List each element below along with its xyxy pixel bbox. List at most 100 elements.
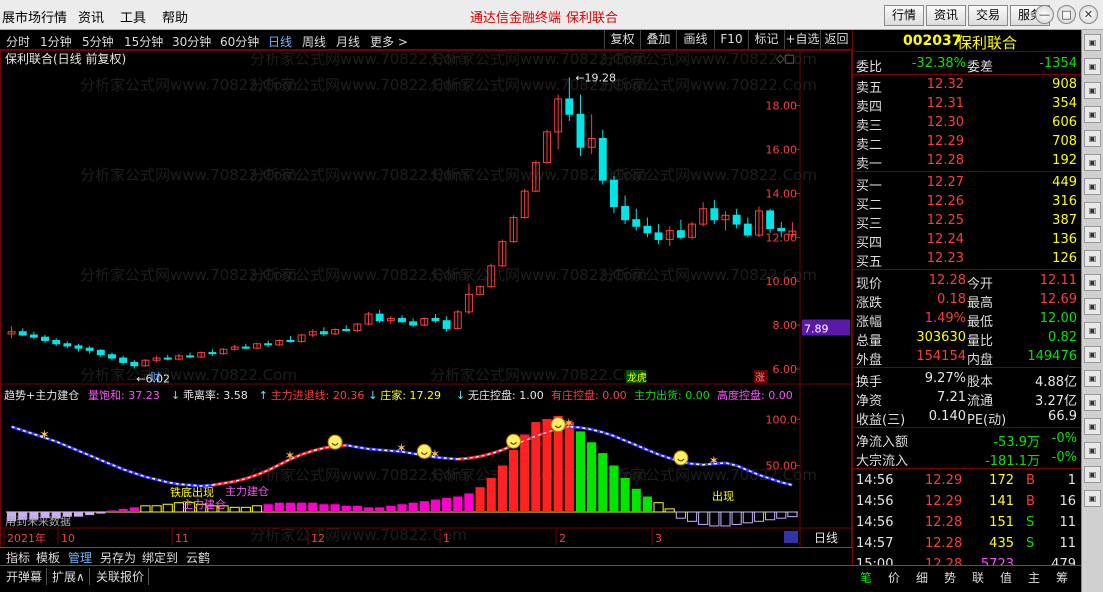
menu-item-0[interactable]: 展市场行情 bbox=[2, 7, 67, 26]
bottom-tab-1[interactable]: 模板 bbox=[36, 549, 60, 566]
sidebar-tool-icon[interactable]: ▣ bbox=[1084, 82, 1101, 99]
candle-body bbox=[96, 349, 105, 356]
bottom-tab-3[interactable]: 另存为 bbox=[100, 549, 136, 566]
sidebar-tool-icon[interactable]: ▣ bbox=[1084, 322, 1101, 339]
menu-item-3[interactable]: 帮助 bbox=[162, 7, 188, 26]
candle-body bbox=[442, 320, 451, 329]
quote-tab-6[interactable]: 主 bbox=[1028, 569, 1040, 586]
sidebar-tool-icon[interactable]: ▣ bbox=[1084, 34, 1101, 51]
chart-area[interactable]: 分析家公式网www.70822.Com 分析家公式网www.70822.Com 分析… bbox=[0, 50, 852, 565]
period-tab-6[interactable]: 日线 bbox=[268, 33, 292, 50]
indicator-bar bbox=[319, 504, 329, 512]
candle-body bbox=[41, 336, 50, 341]
toolbar-button-4[interactable]: 标记 bbox=[748, 30, 784, 49]
minimize-icon[interactable]: — bbox=[1035, 5, 1054, 24]
toolbar-button-6[interactable]: 返回 bbox=[820, 30, 852, 49]
sidebar-tool-icon[interactable]: ▣ bbox=[1084, 346, 1101, 363]
buys-row-2[interactable]: 买三 12.25 387 bbox=[853, 211, 1082, 232]
indicator-value-10: 主力出货: 0.00 bbox=[634, 388, 710, 402]
toolbar-button-3[interactable]: F10 bbox=[714, 30, 748, 49]
sidebar-tool-icon[interactable]: ▣ bbox=[1084, 394, 1101, 411]
sells-row-2[interactable]: 卖三 12.30 606 bbox=[853, 113, 1082, 134]
bottom-tab-2[interactable]: 管理 bbox=[68, 549, 92, 566]
sidebar-tool-icon[interactable]: ▣ bbox=[1084, 130, 1101, 147]
buys-row-3[interactable]: 买四 12.24 136 bbox=[853, 230, 1082, 251]
sidebar-tool-icon[interactable]: ▣ bbox=[1084, 106, 1101, 123]
quote-tab-7[interactable]: 筹 bbox=[1056, 569, 1068, 586]
sells-row-4[interactable]: 卖一 12.28 192 bbox=[853, 151, 1082, 172]
toolbar-button-1[interactable]: 叠加 bbox=[640, 30, 676, 49]
bottom-tab-4[interactable]: 绑定到 bbox=[142, 549, 178, 566]
buys-row-4[interactable]: 买五 12.23 126 bbox=[853, 249, 1082, 270]
period-tab-4[interactable]: 30分钟 bbox=[172, 33, 211, 50]
sidebar-tool-icon[interactable]: ▣ bbox=[1084, 154, 1101, 171]
period-tab-8[interactable]: 月线 bbox=[336, 33, 360, 50]
promo-stock[interactable]: 保利联合 bbox=[566, 7, 618, 26]
sidebar-tool-icon[interactable]: ▣ bbox=[1084, 274, 1101, 291]
sidebar-tool-icon[interactable]: ▣ bbox=[1084, 298, 1101, 315]
tick-volume: 141 bbox=[989, 494, 1014, 509]
period-tab-1[interactable]: 1分钟 bbox=[40, 33, 72, 50]
quote-tab-0[interactable]: 笔 bbox=[860, 569, 872, 586]
buys-row-1[interactable]: 买二 12.26 316 bbox=[853, 192, 1082, 213]
candle-body bbox=[621, 206, 630, 221]
menu-item-2[interactable]: 工具 bbox=[120, 7, 146, 26]
period-tab-5[interactable]: 60分钟 bbox=[220, 33, 259, 50]
close-icon[interactable]: ✕ bbox=[1079, 5, 1098, 24]
sidebar-tool-icon[interactable]: ▣ bbox=[1084, 418, 1101, 435]
buys-row-0[interactable]: 买一 12.27 449 bbox=[853, 173, 1082, 194]
sidebar-tool-icon[interactable]: ▣ bbox=[1084, 442, 1101, 459]
quote-tabs: 笔价细势联值主筹 bbox=[852, 565, 1081, 592]
top-button-0[interactable]: 行情 bbox=[884, 5, 924, 26]
toolbar-button-2[interactable]: 画线 bbox=[676, 30, 714, 49]
sidebar-tool-icon[interactable]: ▣ bbox=[1084, 202, 1101, 219]
quote-tab-2[interactable]: 细 bbox=[916, 569, 928, 586]
sidebar-tool-icon[interactable]: ▣ bbox=[1084, 370, 1101, 387]
sidebar-tool-icon[interactable]: ▣ bbox=[1084, 466, 1101, 483]
bottom-tab-0[interactable]: 指标 bbox=[6, 549, 30, 566]
period-tab-7[interactable]: 周线 bbox=[302, 33, 326, 50]
kline-chart-svg[interactable]: 分析家公式网www.70822.Com 分析家公式网www.70822.Com 分析… bbox=[0, 50, 852, 565]
period-tab-9[interactable]: 更多 > bbox=[370, 33, 408, 50]
indicator-bar bbox=[96, 512, 106, 514]
candle-body bbox=[29, 334, 38, 338]
marker-longhu[interactable]: 龙虎 bbox=[627, 371, 647, 384]
toolbar-button-0[interactable]: 复权 bbox=[604, 30, 640, 49]
sells-volume: 908 bbox=[1052, 77, 1077, 92]
marker-cai[interactable]: 财 bbox=[150, 370, 161, 384]
sells-row-0[interactable]: 卖五 12.32 908 bbox=[853, 75, 1082, 96]
sidebar-tool-icon[interactable]: ▣ bbox=[1084, 58, 1101, 75]
quote-tab-1[interactable]: 价 bbox=[888, 569, 900, 586]
top-button-2[interactable]: 交易 bbox=[968, 5, 1008, 26]
period-tab-0[interactable]: 分时 bbox=[6, 33, 30, 50]
period-tab-2[interactable]: 5分钟 bbox=[82, 33, 114, 50]
promo-terminal[interactable]: 通达信金融终端 bbox=[470, 7, 561, 26]
period-tab-3[interactable]: 15分钟 bbox=[124, 33, 163, 50]
quote-tab-3[interactable]: 势 bbox=[944, 569, 956, 586]
status-item-0[interactable]: 开弹幕 bbox=[6, 568, 48, 585]
sidebar-tool-icon[interactable]: ▣ bbox=[1084, 226, 1101, 243]
top-button-1[interactable]: 资讯 bbox=[926, 5, 966, 26]
buys-price: 12.27 bbox=[926, 175, 964, 190]
indicator-name[interactable]: 趋势+主力建仓 bbox=[4, 388, 79, 402]
flow-pct: -0% bbox=[1051, 431, 1077, 446]
candle-body bbox=[565, 98, 574, 115]
candle-body bbox=[52, 339, 61, 345]
status-item-2[interactable]: 关联报价 bbox=[96, 568, 150, 585]
quote-tab-5[interactable]: 值 bbox=[1000, 569, 1012, 586]
sidebar-tool-icon[interactable]: ▣ bbox=[1084, 490, 1101, 507]
menu-item-1[interactable]: 资讯 bbox=[78, 7, 104, 26]
bottom-tab-5[interactable]: 云鹤 bbox=[186, 549, 210, 566]
sidebar-tool-icon[interactable]: ▣ bbox=[1084, 250, 1101, 267]
maximize-icon[interactable]: □ bbox=[1057, 5, 1076, 24]
sells-volume: 192 bbox=[1052, 153, 1077, 168]
sells-row-3[interactable]: 卖二 12.29 708 bbox=[853, 132, 1082, 153]
marker-zhang[interactable]: 涨 bbox=[755, 372, 765, 384]
status-item-1[interactable]: 扩展∧ bbox=[52, 568, 90, 585]
quote-tab-4[interactable]: 联 bbox=[972, 569, 984, 586]
chart-settings-icon[interactable]: ◇□ bbox=[776, 52, 795, 65]
sells-row-1[interactable]: 卖四 12.31 354 bbox=[853, 94, 1082, 115]
stats2-value: 0.140 bbox=[928, 409, 966, 424]
toolbar-button-5[interactable]: +自选 bbox=[784, 30, 820, 49]
sidebar-tool-icon[interactable]: ▣ bbox=[1084, 178, 1101, 195]
